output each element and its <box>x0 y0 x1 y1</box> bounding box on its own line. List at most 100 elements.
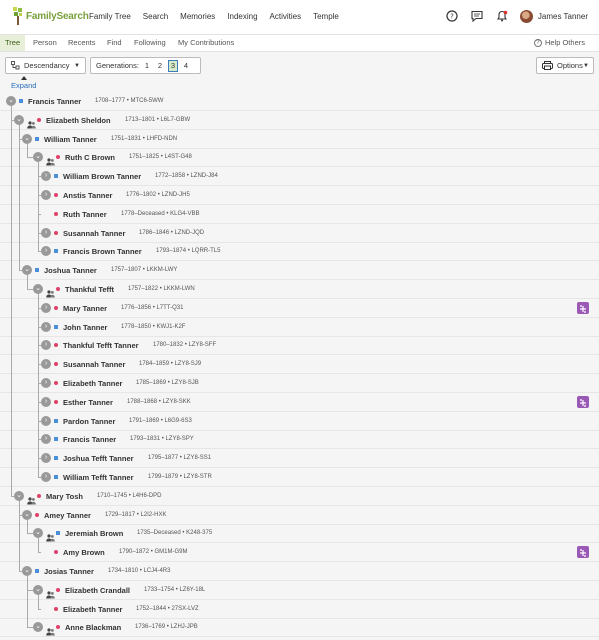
tree-row[interactable]: ⌄ Joshua Tanner 1757–1807 • LKKM-LWY <box>0 261 599 280</box>
view-selector[interactable]: Descendancy ▼ <box>5 57 86 74</box>
expand-icon[interactable]: › <box>41 472 51 482</box>
nav-search[interactable]: Search <box>143 12 168 21</box>
expand-icon[interactable]: › <box>41 378 51 388</box>
collapse-icon[interactable]: ⌄ <box>22 566 32 576</box>
tree-row[interactable]: › William Tefft Tanner 1799–1879 • LZY8-ST… <box>0 468 599 487</box>
person-name[interactable]: William Tanner <box>44 135 97 144</box>
tree-row[interactable]: Ruth Tanner 1778–Deceased • KLG4-VBB <box>0 205 599 224</box>
help-others-link[interactable]: ? Help Others <box>533 38 585 47</box>
tree-row[interactable]: › Esther Tanner 1788–1868 • LZY8-SKK <box>0 393 599 412</box>
generation-4[interactable]: 4 <box>181 60 191 72</box>
tree-row[interactable]: › Joshua Tefft Tanner 1795–1877 • LZY8-SS1 <box>0 449 599 468</box>
collapse-icon[interactable]: ⌄ <box>22 510 32 520</box>
person-name[interactable]: Esther Tanner <box>63 398 113 407</box>
messages-icon[interactable] <box>470 9 484 23</box>
tab-person[interactable]: Person <box>33 38 57 47</box>
collapse-icon[interactable]: ⌄ <box>33 528 43 538</box>
research-tasks-icon[interactable] <box>577 546 589 558</box>
collapse-icon[interactable]: ⌄ <box>14 115 24 125</box>
tree-row[interactable]: › Susannah Tanner 1784–1859 • LZY8-SJ9 <box>0 355 599 374</box>
collapse-icon[interactable]: ⌄ <box>33 585 43 595</box>
nav-family-tree[interactable]: Family Tree <box>89 12 131 21</box>
tree-row[interactable]: ⌄ William Tanner 1751–1831 • LHFD-NDN <box>0 130 599 149</box>
person-name[interactable]: William Brown Tanner <box>63 172 141 181</box>
tab-find[interactable]: Find <box>107 38 122 47</box>
generation-3[interactable]: 3 <box>167 59 178 72</box>
person-name[interactable]: Amy Brown <box>63 548 105 557</box>
person-name[interactable]: Susannah Tanner <box>63 229 125 238</box>
expand-link[interactable]: Expand <box>11 81 36 90</box>
person-name[interactable]: Mary Tosh <box>46 492 83 501</box>
person-name[interactable]: Elizabeth Tanner <box>63 605 122 614</box>
person-name[interactable]: Anstis Tanner <box>63 191 112 200</box>
tree-row[interactable]: › Francis Tanner 1793–1831 • LZY8-SPY <box>0 430 599 449</box>
expand-icon[interactable]: › <box>41 397 51 407</box>
expand-icon[interactable]: › <box>41 171 51 181</box>
tree-row[interactable]: › Elizabeth Tanner 1785–1869 • LZY8-SJB <box>0 374 599 393</box>
person-name[interactable]: Susannah Tanner <box>63 360 125 369</box>
person-name[interactable]: Jeremiah Brown <box>65 529 123 538</box>
person-name[interactable]: Ruth C Brown <box>65 153 115 162</box>
person-name[interactable]: John Tanner <box>63 323 107 332</box>
tab-recents[interactable]: Recents <box>68 38 96 47</box>
options-button[interactable]: Options ▼ <box>536 57 594 74</box>
tab-following[interactable]: Following <box>134 38 166 47</box>
tree-row[interactable]: ⌄ Elizabeth Crandall 1733–1754 • LZ6Y-18L <box>0 581 599 600</box>
person-name[interactable]: Francis Brown Tanner <box>63 247 142 256</box>
expand-icon[interactable]: › <box>41 340 51 350</box>
tree-row[interactable]: Amy Brown 1790–1872 • GM1M-G9M <box>0 543 599 562</box>
expand-icon[interactable]: › <box>41 416 51 426</box>
tree-row[interactable]: › John Tanner 1778–1850 • KWJ1-K2F <box>0 318 599 337</box>
collapse-icon[interactable]: ⌄ <box>14 491 24 501</box>
expand-icon[interactable]: › <box>41 303 51 313</box>
collapse-icon[interactable]: ⌄ <box>6 96 16 106</box>
person-name[interactable]: Mary Tanner <box>63 304 107 313</box>
tree-row[interactable]: ⌄ Jeremiah Brown 1735–Deceased • K248-375 <box>0 524 599 543</box>
nav-activities[interactable]: Activities <box>270 12 302 21</box>
expand-icon[interactable]: › <box>41 228 51 238</box>
generation-1[interactable]: 1 <box>142 60 152 72</box>
person-name[interactable]: Elizabeth Crandall <box>65 586 130 595</box>
collapse-icon[interactable]: ⌄ <box>33 622 43 632</box>
user-name[interactable]: James Tanner <box>538 12 588 21</box>
expand-icon[interactable]: › <box>41 246 51 256</box>
research-tasks-icon[interactable] <box>577 396 589 408</box>
person-name[interactable]: Josias Tanner <box>44 567 94 576</box>
tree-row[interactable]: ⌄ Francis Tanner 1708–1777 • MTC6-5WW <box>0 92 599 111</box>
person-name[interactable]: Thankful Tefft Tanner <box>63 341 139 350</box>
tree-row[interactable]: ⌄ Amey Tanner 1729–1817 • L2I2-HXK <box>0 506 599 525</box>
nav-indexing[interactable]: Indexing <box>227 12 257 21</box>
expand-icon[interactable]: › <box>41 359 51 369</box>
avatar[interactable] <box>519 9 533 23</box>
tree-row[interactable]: › Francis Brown Tanner 1793–1874 • LQRR-TL… <box>0 242 599 261</box>
tree-row[interactable]: ⌄ Josias Tanner 1734–1810 • LCJ4-4R3 <box>0 562 599 581</box>
tab-my-contributions[interactable]: My Contributions <box>178 38 234 47</box>
tree-row[interactable]: › Susannah Tanner 1786–1846 • LZND-JQD <box>0 224 599 243</box>
expand-icon[interactable]: › <box>41 453 51 463</box>
expand-icon[interactable]: › <box>41 322 51 332</box>
person-name[interactable]: Joshua Tefft Tanner <box>63 454 134 463</box>
tree-row[interactable]: › William Brown Tanner 1772–1858 • LZND-J8… <box>0 167 599 186</box>
help-icon[interactable]: ? <box>445 9 459 23</box>
collapse-icon[interactable]: ⌄ <box>33 152 43 162</box>
person-name[interactable]: Joshua Tanner <box>44 266 97 275</box>
person-name[interactable]: Elizabeth Sheldon <box>46 116 111 125</box>
tree-row[interactable]: › Pardon Tanner 1791–1869 • L6G9-6S3 <box>0 412 599 431</box>
tree-row[interactable]: ⌄ Anne Blackman 1736–1769 • LZHJ-JPB <box>0 618 599 637</box>
research-tasks-icon[interactable] <box>577 302 589 314</box>
tree-row[interactable]: ⌄ Thankful Tefft 1757–1822 • LKKM-LWN <box>0 280 599 299</box>
person-name[interactable]: Elizabeth Tanner <box>63 379 122 388</box>
nav-memories[interactable]: Memories <box>180 12 215 21</box>
tree-row[interactable]: Elizabeth Tanner 1752–1844 • 27SX-LVZ <box>0 600 599 619</box>
tree-row[interactable]: › Anstis Tanner 1776–1802 • LZND-JH5 <box>0 186 599 205</box>
person-name[interactable]: Amey Tanner <box>44 511 91 520</box>
person-name[interactable]: Pardon Tanner <box>63 417 115 426</box>
tree-row[interactable]: ⌄ Ruth C Brown 1751–1825 • L4ST-G48 <box>0 148 599 167</box>
person-name[interactable]: Anne Blackman <box>65 623 121 632</box>
person-name[interactable]: Thankful Tefft <box>65 285 114 294</box>
tree-row[interactable]: ⌄ Mary Tosh 1710–1745 • L4H6-DPD <box>0 487 599 506</box>
tree-row[interactable]: › Thankful Tefft Tanner 1780–1832 • LZY8-S… <box>0 336 599 355</box>
tree-row[interactable]: › Mary Tanner 1776–1856 • L7TT-Q31 <box>0 299 599 318</box>
person-name[interactable]: Francis Tanner <box>63 435 116 444</box>
collapse-icon[interactable]: ⌄ <box>33 284 43 294</box>
